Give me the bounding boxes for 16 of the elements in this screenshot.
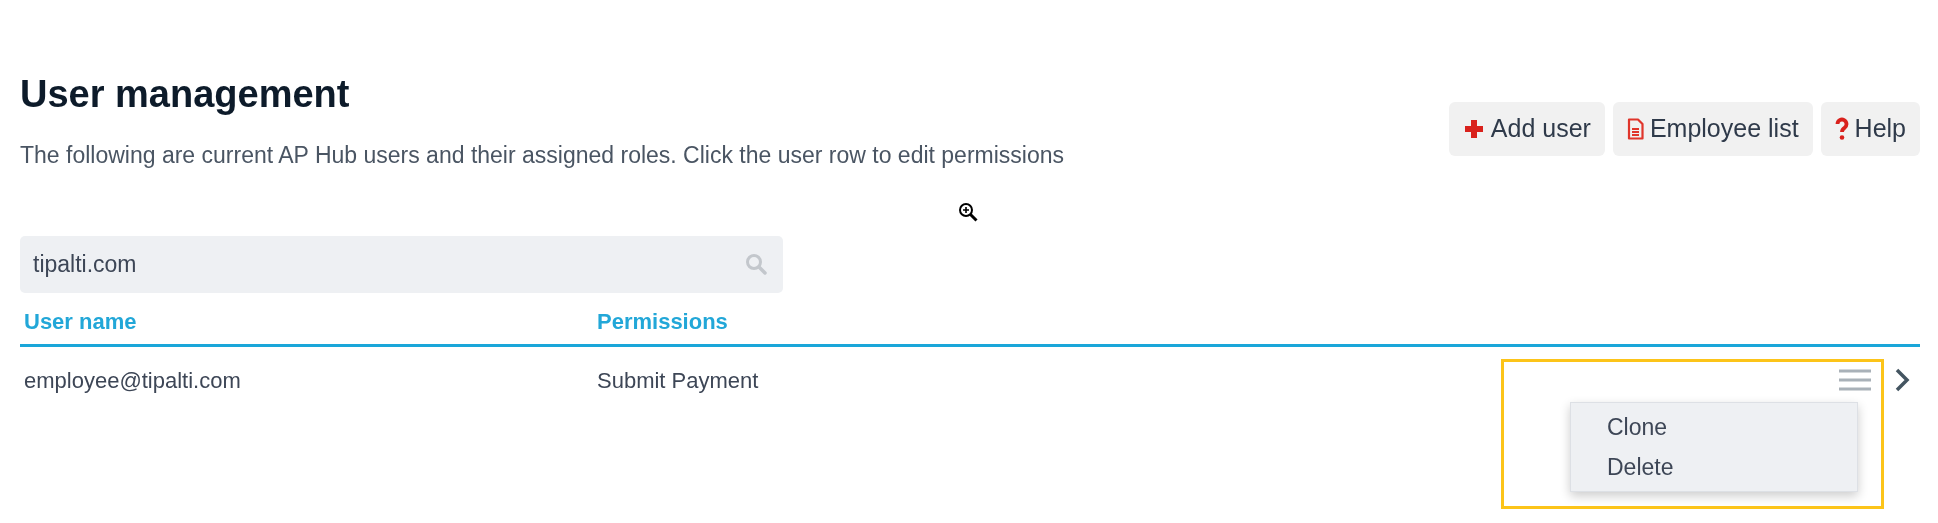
table-cell-text: Submit Payment: [597, 366, 759, 395]
help-button[interactable]: Help: [1820, 102, 1920, 157]
employee-list-button[interactable]: Employee list: [1612, 102, 1813, 157]
page-title: User management: [20, 72, 351, 117]
add-user-button[interactable]: Add user: [1448, 102, 1605, 157]
search-field[interactable]: tipalti.com: [20, 236, 783, 294]
page-description: The following are current AP Hub users and their assigned roles. Click the user row to edit permissions: [20, 140, 1065, 170]
menu-item[interactable]: Delete: [1571, 447, 1857, 488]
search-icon: [745, 253, 767, 276]
plus-icon: [1462, 118, 1485, 141]
table-cell-text: employee@tipalti.com: [24, 366, 242, 395]
zoom-cursor-icon: [958, 202, 978, 224]
document-icon: [1626, 118, 1644, 141]
chevron-right-icon[interactable]: [1894, 367, 1910, 394]
question-icon: [1834, 117, 1849, 142]
menu-item[interactable]: Clone: [1571, 407, 1857, 448]
